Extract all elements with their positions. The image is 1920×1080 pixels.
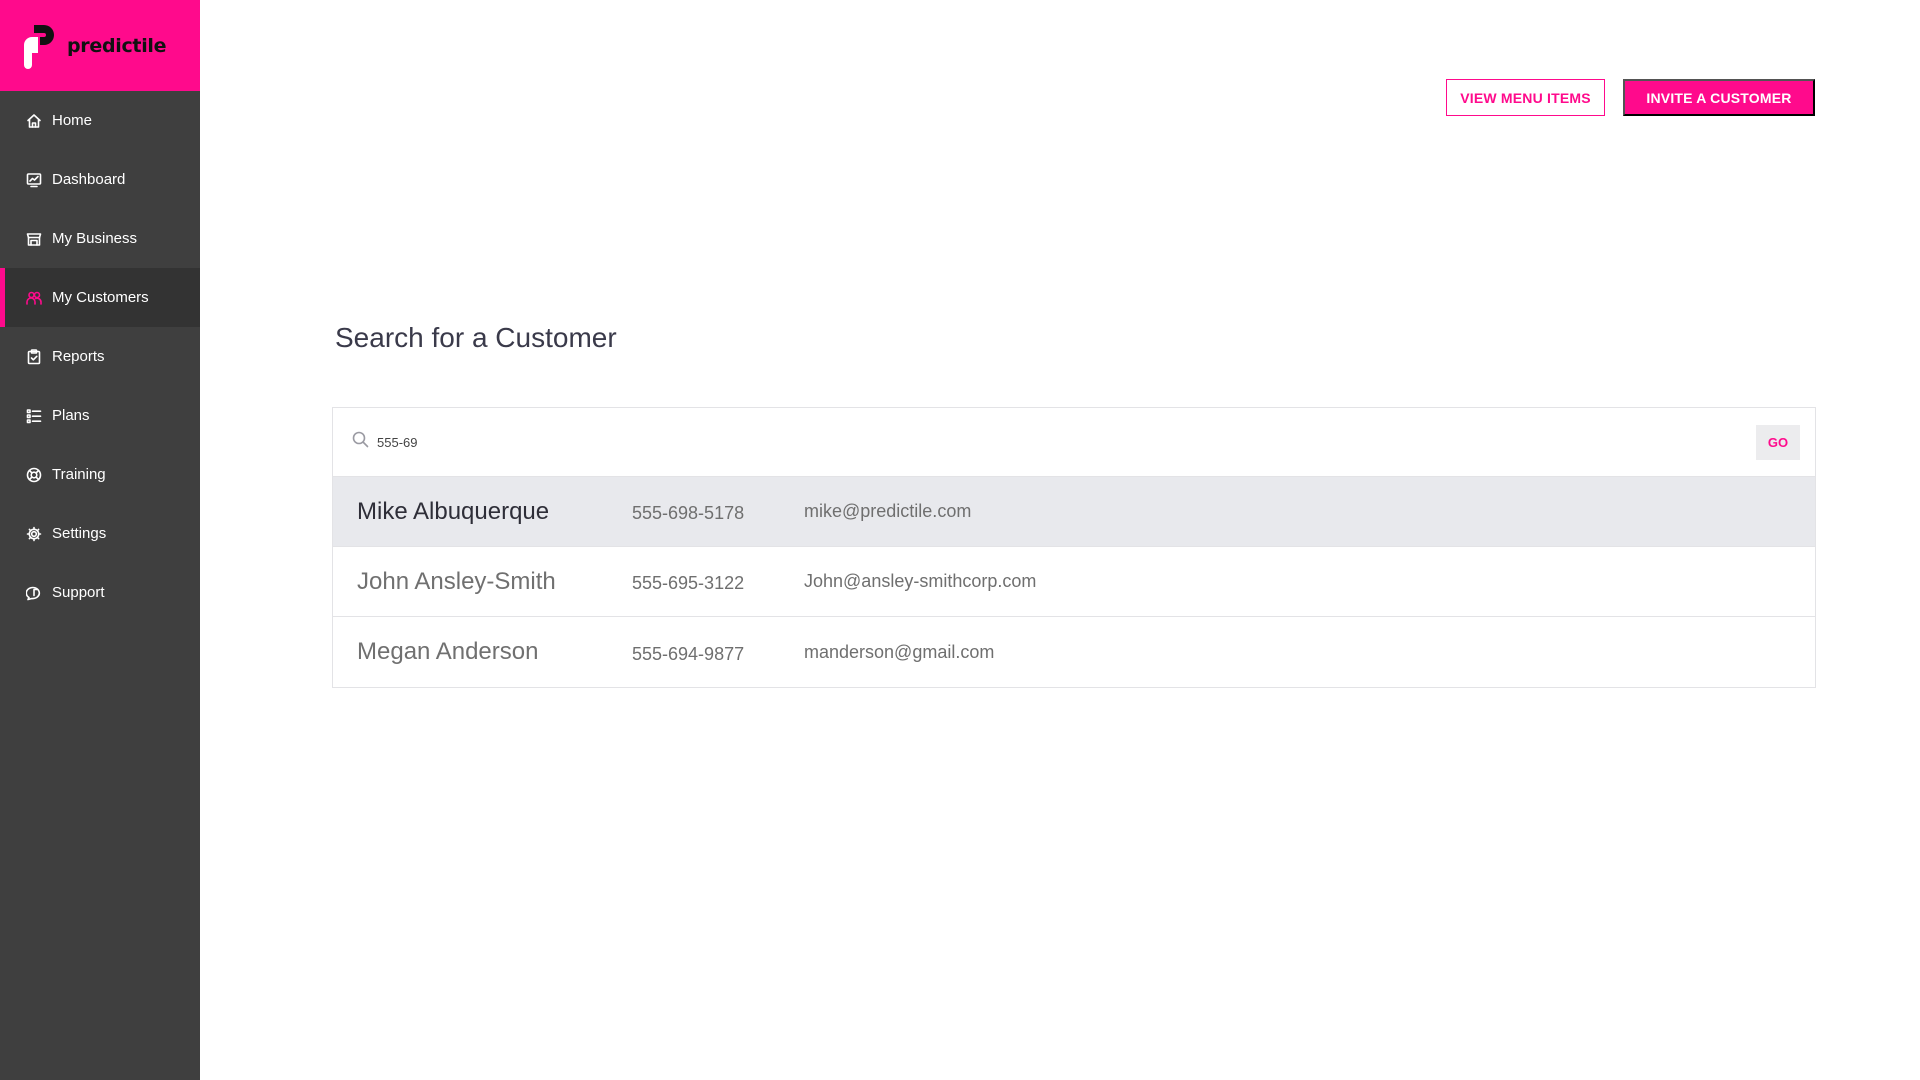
store-icon [26,231,42,247]
customer-email: manderson@gmail.com [804,641,995,662]
sidebar-item-label: Support [52,584,105,601]
sidebar-item-settings[interactable]: Settings [0,504,200,563]
clipboard-icon [26,348,42,365]
app-root: predictile Home Dashboard My Business My… [0,0,1920,1080]
go-button[interactable]: GO [1756,425,1800,460]
users-icon [26,290,42,306]
lifebuoy-icon [26,467,42,483]
customer-email: mike@predictile.com [804,501,972,521]
sidebar-item-training[interactable]: Training [0,445,200,504]
chat-icon [26,585,42,601]
result-row[interactable]: Mike Albuquerque 555-698-5178 mike@predi… [333,477,1815,547]
sidebar-item-plans[interactable]: Plans [0,386,200,445]
customer-search-panel: GO Mike Albuquerque 555-698-5178 mike@pr… [332,407,1816,688]
sidebar-item-label: Training [52,466,106,483]
customer-email: John@ansley-smithcorp.com [804,571,1037,591]
customer-name: Megan Anderson [357,638,539,665]
sidebar-item-reports[interactable]: Reports [0,327,200,386]
invite-customer-button[interactable]: INVITE A CUSTOMER [1623,79,1815,116]
sidebar-item-label: Settings [52,525,107,542]
customer-phone: 555-694-9877 [632,643,745,664]
customer-phone: 555-698-5178 [632,503,745,523]
sidebar: predictile Home Dashboard My Business My… [0,0,200,1080]
sidebar-item-label: My Business [52,230,138,247]
sidebar-item-label: Home [52,112,93,129]
brand-name: predictile [67,34,167,57]
result-row[interactable]: John Ansley-Smith 555-695-3122 John@ansl… [333,547,1815,617]
customer-phone: 555-695-3122 [632,573,745,593]
search-bar: GO [333,408,1815,477]
sidebar-item-dashboard[interactable]: Dashboard [0,150,200,209]
dashboard-icon [26,172,42,188]
sidebar-item-home[interactable]: Home [0,91,200,150]
home-icon [26,113,42,129]
search-icon [352,431,369,453]
predictile-logo-icon [20,23,58,69]
sidebar-item-label: My Customers [52,289,149,306]
sidebar-item-my-business[interactable]: My Business [0,209,200,268]
sidebar-item-my-customers[interactable]: My Customers [0,268,200,327]
gear-icon [26,526,42,542]
sidebar-item-label: Reports [52,348,105,365]
search-input[interactable] [377,434,1677,450]
customer-name: Mike Albuquerque [357,497,550,525]
sidebar-item-label: Plans [52,407,90,424]
result-row[interactable]: Megan Anderson 555-694-9877 manderson@gm… [333,617,1815,687]
sidebar-nav: Home Dashboard My Business My Customers [0,91,200,622]
sidebar-item-support[interactable]: Support [0,563,200,622]
brand-header[interactable]: predictile [0,0,200,91]
customer-name: John Ansley-Smith [357,567,556,595]
view-menu-items-button[interactable]: VIEW MENU ITEMS [1446,79,1605,116]
sidebar-item-label: Dashboard [52,171,126,188]
list-icon [26,408,42,424]
page-title: Search for a Customer [335,322,617,353]
